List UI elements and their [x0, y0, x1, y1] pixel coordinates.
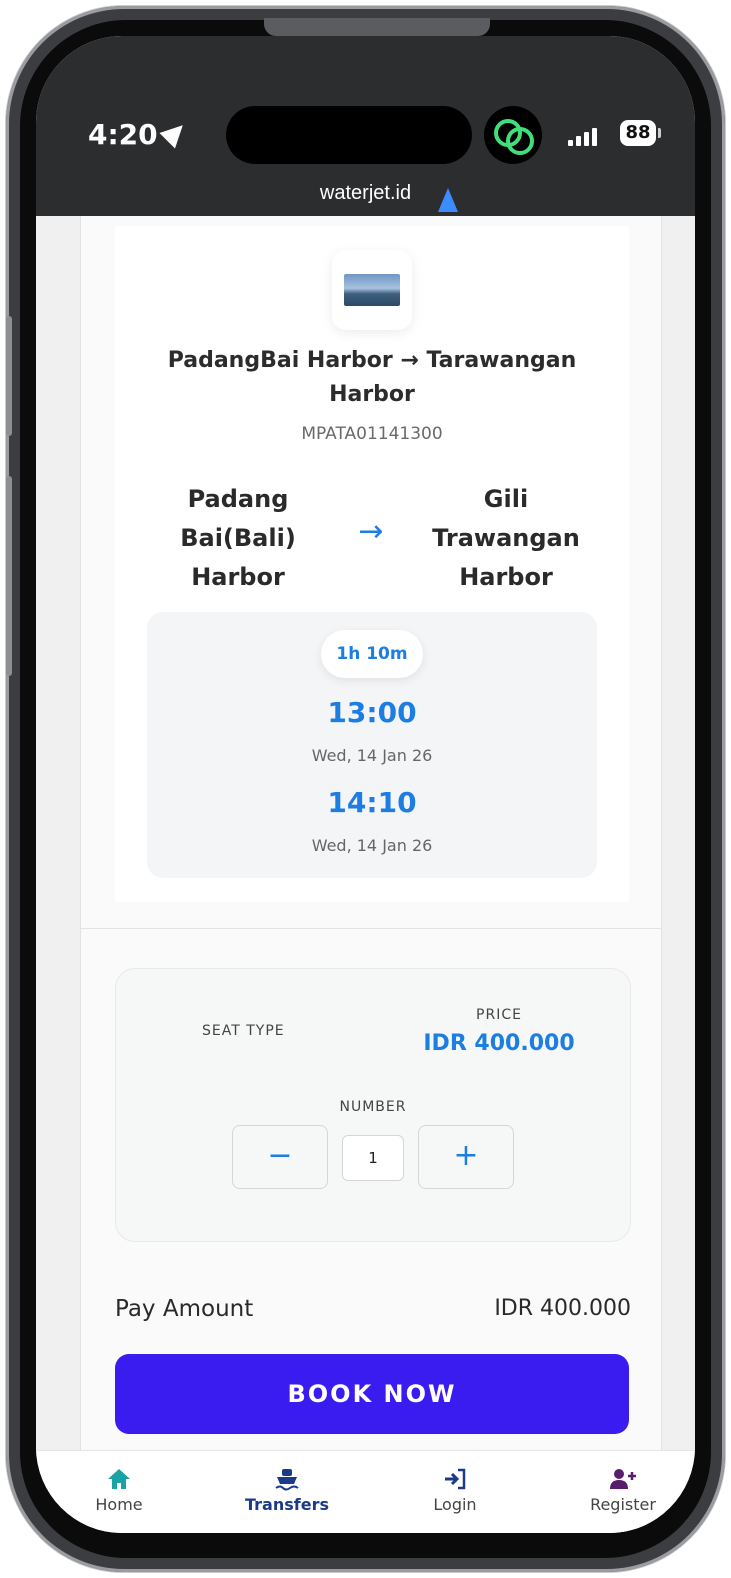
battery-icon: 88	[620, 120, 656, 146]
boat-image	[344, 274, 400, 306]
nav-transfers-label: Transfers	[245, 1495, 329, 1514]
home-icon	[108, 1469, 130, 1489]
status-time: 4:20	[88, 118, 158, 151]
trip-card: PadangBai Harbor → Tarawangan Harbor MPA…	[115, 226, 629, 902]
login-icon	[445, 1468, 466, 1490]
seat-price-card: SEAT TYPE PRICE IDR 400.000 NUMBER − 1 +	[115, 968, 631, 1242]
schedule-box: 1h 10m 13:00 Wed, 14 Jan 26 14:10 Wed, 1…	[147, 612, 597, 878]
nav-home[interactable]: Home	[64, 1467, 174, 1514]
volume-button	[6, 476, 12, 676]
arrival-date: Wed, 14 Jan 26	[311, 836, 433, 855]
decrement-button[interactable]: −	[232, 1125, 328, 1189]
ferry-icon	[275, 1469, 299, 1491]
page-content: PadangBai Harbor → Tarawangan Harbor MPA…	[36, 216, 695, 1533]
boat-thumbnail	[332, 250, 412, 330]
section-divider	[81, 928, 661, 929]
add-user-icon	[610, 1469, 636, 1489]
departure-date: Wed, 14 Jan 26	[311, 746, 433, 765]
dynamic-island	[226, 106, 472, 212]
battery-tip	[658, 128, 661, 138]
nav-login-label: Login	[433, 1495, 477, 1514]
link-app-icon[interactable]	[484, 106, 542, 164]
price-label: PRICE	[476, 1007, 522, 1023]
bottom-navigation: Home Transfers Login Register	[36, 1450, 695, 1533]
departure-time: 13:00	[327, 696, 417, 729]
quantity-field[interactable]: 1	[342, 1135, 404, 1181]
route-title: PadangBai Harbor → Tarawangan Harbor	[167, 348, 577, 407]
speaker-grille	[264, 18, 490, 36]
duration-badge: 1h 10m	[321, 630, 423, 678]
nav-register-label: Register	[590, 1495, 656, 1514]
pay-amount-value: IDR 400.000	[494, 1296, 631, 1321]
book-now-button[interactable]: BOOK NOW	[115, 1354, 629, 1434]
arrow-right-icon: →	[358, 514, 384, 549]
seat-type-label: SEAT TYPE	[202, 1023, 285, 1039]
booking-panel: PadangBai Harbor → Tarawangan Harbor MPA…	[80, 216, 662, 1450]
nav-transfers[interactable]: Transfers	[232, 1467, 342, 1514]
nav-register[interactable]: Register	[568, 1467, 678, 1514]
signal-icon	[568, 128, 597, 146]
price-value: IDR 400.000	[423, 1031, 575, 1056]
volume-button	[6, 316, 12, 436]
departure-port: Padang Bai(Bali) Harbor	[180, 485, 296, 591]
arrival-time: 14:10	[327, 786, 417, 819]
nav-home-label: Home	[95, 1495, 143, 1514]
location-arrow-icon	[159, 117, 191, 149]
increment-button[interactable]: +	[418, 1125, 514, 1189]
arrival-port: Gili Trawangan Harbor	[432, 485, 580, 591]
nav-login[interactable]: Login	[400, 1467, 510, 1514]
route-code: MPATA01141300	[301, 424, 443, 444]
number-label: NUMBER	[339, 1099, 407, 1115]
screen: 4:20 88 waterjet.id PadangBai Harbor → T…	[36, 36, 695, 1533]
pay-amount-label: Pay Amount	[115, 1296, 254, 1322]
status-bar: 4:20 88 waterjet.id	[36, 36, 695, 216]
address-bar-url[interactable]: waterjet.id	[36, 182, 695, 205]
